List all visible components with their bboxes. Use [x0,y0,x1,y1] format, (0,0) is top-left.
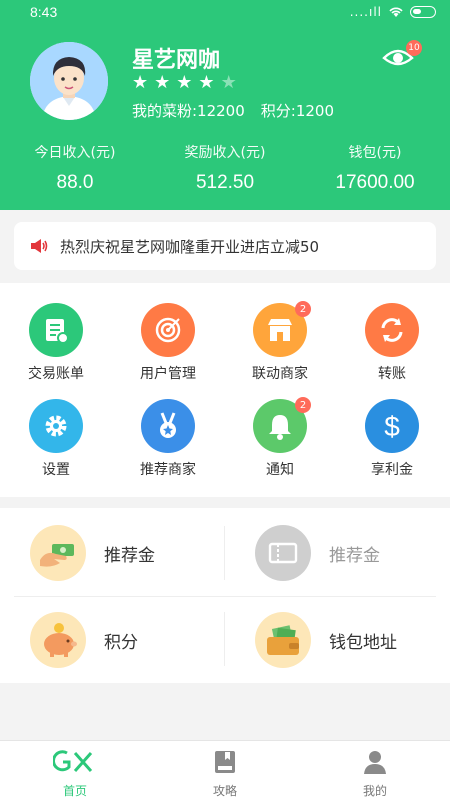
grid-item-notifications[interactable]: 2 通知 [224,397,336,479]
view-toggle-button[interactable]: 10 [382,40,422,70]
speaker-icon [31,239,48,253]
book-icon [215,751,235,773]
panel-item-points[interactable]: 积分 [0,597,210,683]
panel-label: 推荐金 [104,545,155,566]
panel-item-referral-bonus[interactable]: 推荐金 [0,510,210,596]
status-icons: ....ıll [350,5,436,19]
income-label: 今日收入(元) [34,145,116,161]
eye-badge: 10 [406,40,422,56]
fans-count: 我的菜粉:12200 [132,102,245,120]
bill-icon [29,303,83,357]
rating-stars: ★ ★ ★ ★ ★ [132,72,237,93]
profile-header: 8:43 ....ıll 星艺网咖 ★ ★ ★ ★ ★ 我的菜粉:12200 积分 [0,0,450,210]
shop-name: 星艺网咖 [132,48,221,73]
star-icon: ★ [198,72,215,93]
shop-icon: 2 [253,301,311,357]
tab-label: 攻略 [212,784,237,798]
grid-item-recommend-merchants[interactable]: 推荐商家 [112,399,224,479]
tab-home[interactable]: 首页 [0,741,150,800]
signal-icon: ....ıll [349,5,382,19]
income-reward[interactable]: 奖励收入(元) 512.50 [150,142,300,194]
grid-label: 享利金 [371,462,413,478]
grid-item-bill[interactable]: 交易账单 [0,303,112,383]
function-grid: 交易账单 用户管理 2 联动商家 转账 设置 推荐商家 2 通知 $ 享利金 [0,283,450,497]
profile-stats: 我的菜粉:12200 积分:1200 [132,100,334,121]
bottom-tab-bar: 首页 攻略 我的 [0,740,450,800]
wifi-icon [389,7,403,17]
money-hand-icon [30,525,86,581]
panel-item-referral-bonus-disabled[interactable]: 推荐金 [225,510,435,596]
panel-item-wallet-address[interactable]: 钱包地址 [225,597,435,683]
panel-label: 钱包地址 [329,632,397,653]
grid-item-profit-fund[interactable]: $ 享利金 [336,399,448,479]
piggy-bank-icon [30,612,86,668]
medal-icon [141,399,195,453]
grid-label: 设置 [42,462,70,478]
grid-item-settings[interactable]: 设置 [0,399,112,479]
announcement-bar[interactable]: 热烈庆祝星艺网咖隆重开业进店立减50 [14,222,436,270]
income-wallet[interactable]: 钱包(元) 17600.00 [300,142,450,194]
grid-label: 推荐商家 [140,462,196,478]
bell-icon: 2 [253,397,311,453]
star-icon: ★ [176,72,193,93]
divider [224,526,225,580]
income-today[interactable]: 今日收入(元) 88.0 [0,142,150,194]
points-count: 积分:1200 [260,102,335,120]
grid-item-users[interactable]: 用户管理 [112,303,224,383]
income-value: 512.50 [195,172,255,193]
star-icon: ★ [154,72,171,93]
grid-label: 用户管理 [140,366,196,382]
home-logo-icon [51,750,93,772]
avatar[interactable] [30,42,108,120]
income-value: 17600.00 [335,172,415,193]
announcement-text: 热烈庆祝星艺网咖隆重开业进店立减50 [60,237,320,256]
target-icon [141,303,195,357]
dollar-icon: $ [365,399,419,453]
gear-icon [29,399,83,453]
grid-label: 交易账单 [28,366,84,382]
wallet-icon [255,612,311,668]
grid-label: 转账 [378,366,406,382]
grid-label: 通知 [266,462,294,478]
status-time: 8:43 [30,4,58,20]
income-label: 钱包(元) [348,145,402,161]
notification-badge: 2 [295,397,311,413]
star-icon: ★ [220,72,237,93]
grid-item-linked-merchants[interactable]: 2 联动商家 [224,301,336,383]
tab-label: 首页 [62,784,87,798]
person-icon [364,751,386,774]
panel-label: 积分 [104,632,138,653]
ticket-icon [255,525,311,581]
star-icon: ★ [132,72,149,93]
finance-panel: 推荐金 推荐金 积分 钱包地址 [0,508,450,683]
battery-icon [410,6,436,18]
tab-label: 我的 [362,784,387,798]
transfer-icon [365,303,419,357]
grid-label: 联动商家 [252,366,308,382]
income-value: 88.0 [56,172,94,193]
panel-label: 推荐金 [329,545,380,566]
status-bar: 8:43 ....ıll [0,0,450,26]
svg-text:$: $ [384,411,400,442]
income-label: 奖励收入(元) [184,145,266,161]
notification-badge: 2 [295,301,311,317]
tab-guide[interactable]: 攻略 [150,741,300,800]
income-summary: 今日收入(元) 88.0 奖励收入(元) 512.50 钱包(元) 17600.… [0,142,450,194]
grid-item-transfer[interactable]: 转账 [336,303,448,383]
tab-mine[interactable]: 我的 [300,741,450,800]
